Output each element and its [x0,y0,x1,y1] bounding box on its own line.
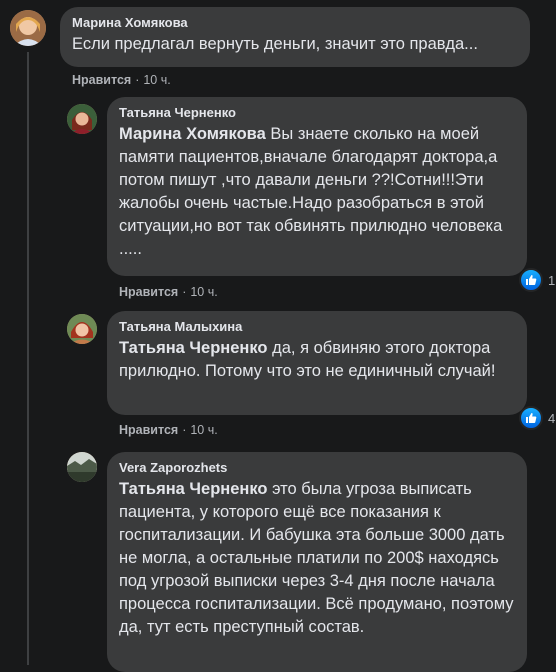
mention-link[interactable]: Татьяна Черненко [119,480,268,498]
avatar-photo [67,452,97,482]
comment-text: Если предлагал вернуть деньги, значит эт… [72,33,518,56]
avatar[interactable] [67,314,97,344]
avatar[interactable] [67,104,97,134]
comment-text: Марина Хомякова Вы знаете сколько на мое… [119,123,515,261]
comment-meta: Нравится · 10 ч. [119,422,218,438]
comment-bubble: Vera Zaporozhets Татьяна Черненко это бы… [107,452,527,672]
reactions-count[interactable]: 4 [519,406,555,430]
comment-author[interactable]: Татьяна Малыхина [119,319,515,335]
comment-bubble: Татьяна Черненко Марина Хомякова Вы знае… [107,97,527,276]
comment-author[interactable]: Vera Zaporozhets [119,460,515,476]
avatar[interactable] [10,10,46,46]
comment-text: Татьяна Черненко это была угроза выписат… [119,478,515,639]
comment-body: Если предлагал вернуть деньги, значит эт… [72,35,478,53]
thread-line [27,52,29,665]
comment-meta: Нравится · 10 ч. [119,284,218,300]
avatar-photo [67,314,97,344]
comment-time[interactable]: 10 ч. [190,285,217,299]
comment-time[interactable]: 10 ч. [143,73,170,87]
avatar-photo [67,104,97,134]
avatar-photo [10,10,46,46]
separator-dot: · [182,285,187,299]
like-button[interactable]: Нравится [119,285,178,299]
like-button[interactable]: Нравится [119,423,178,437]
comment-bubble: Марина Хомякова Если предлагал вернуть д… [60,7,530,67]
comment-author[interactable]: Татьяна Черненко [119,105,515,121]
comment-author[interactable]: Марина Хомякова [72,15,518,31]
separator-dot: · [135,73,140,87]
like-button[interactable]: Нравится [72,73,131,87]
like-thumb-icon [519,406,543,430]
reaction-count: 4 [548,410,556,426]
comment-body: Вы знаете сколько на моей памяти пациент… [119,125,503,258]
comment-time[interactable]: 10 ч. [190,423,217,437]
separator-dot: · [182,423,187,437]
reactions-count[interactable]: 1 [519,268,555,292]
comment-meta: Нравится · 10 ч. [72,72,171,88]
mention-link[interactable]: Татьяна Черненко [119,339,268,357]
comment-text: Татьяна Черненко да, я обвиняю этого док… [119,337,515,383]
mention-link[interactable]: Марина Хомякова [119,125,266,143]
like-thumb-icon [519,268,543,292]
reaction-count: 1 [548,272,556,288]
avatar[interactable] [67,452,97,482]
comment-bubble: Татьяна Малыхина Татьяна Черненко да, я … [107,311,527,415]
comment-body: это была угроза выписать пациента, у кот… [119,480,514,636]
